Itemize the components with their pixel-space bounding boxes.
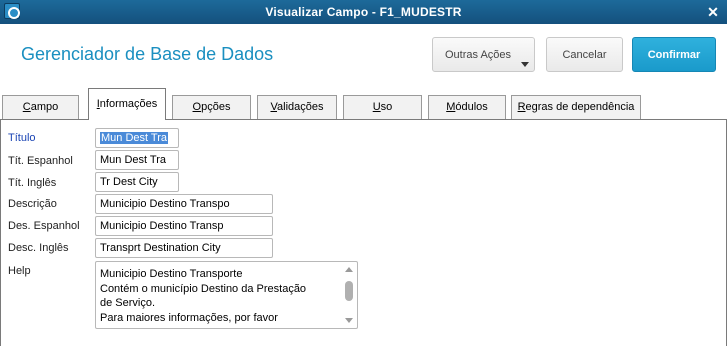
scroll-up-icon[interactable] — [345, 267, 353, 272]
titulo-field[interactable]: Mun Dest Tra — [95, 128, 179, 148]
help-scrollbar[interactable] — [342, 263, 356, 327]
help-line: Contém o município Destino da Prestação — [100, 282, 307, 295]
confirm-button[interactable]: Confirmar — [632, 37, 716, 72]
tab-regras-dependencia[interactable]: Regras de dependência — [511, 95, 641, 119]
tab-opcoes[interactable]: Opções — [172, 95, 251, 119]
tab-bar: Campo Informações Opções Validações Uso … — [0, 88, 727, 120]
help-line: Para maiores informações, por favor — [100, 311, 278, 324]
scroll-thumb[interactable] — [345, 281, 353, 301]
tit-ingles-label: Tít. Inglês — [8, 177, 57, 189]
tit-espanhol-label: Tít. Espanhol — [8, 155, 73, 167]
chevron-down-icon — [521, 62, 529, 67]
tab-validacoes[interactable]: Validações — [257, 95, 337, 119]
descricao-field[interactable]: Municipio Destino Transpo — [95, 194, 273, 214]
tab-modulos[interactable]: Módulos — [428, 95, 506, 119]
help-label: Help — [8, 265, 31, 277]
help-line: de Serviço. — [100, 297, 156, 309]
header: Gerenciador de Base de Dados Outras Açõe… — [0, 24, 727, 88]
titulo-value: Mun Dest Tra — [100, 132, 169, 144]
page-title: Gerenciador de Base de Dados — [21, 44, 274, 64]
tit-espanhol-field[interactable]: Mun Dest Tra — [95, 150, 179, 170]
des-espanhol-field[interactable]: Municipio Destino Transp — [95, 216, 273, 236]
tab-informacoes[interactable]: Informações — [88, 88, 166, 120]
desc-ingles-label: Desc. Inglês — [8, 242, 69, 254]
titulo-label: Título — [8, 132, 36, 144]
help-text: Municipio Destino Transporte Contém o mu… — [100, 267, 340, 325]
tit-ingles-field[interactable]: Tr Dest City — [95, 172, 179, 192]
help-line: Municipio Destino Transporte — [100, 268, 243, 280]
descricao-label: Descrição — [8, 198, 57, 210]
outras-acoes-button[interactable]: Outras Ações — [432, 37, 535, 72]
window-title: Visualizar Campo - F1_MUDESTR — [265, 5, 462, 19]
help-textarea[interactable]: Municipio Destino Transporte Contém o mu… — [95, 261, 358, 329]
tab-campo[interactable]: Campo — [2, 95, 79, 119]
scroll-down-icon[interactable] — [345, 318, 353, 323]
close-icon[interactable]: ✕ — [705, 4, 721, 20]
cancel-button[interactable]: Cancelar — [546, 37, 623, 72]
outras-acoes-label: Outras Ações — [445, 49, 512, 61]
tab-uso[interactable]: Uso — [343, 95, 422, 119]
des-espanhol-label: Des. Espanhol — [8, 220, 80, 232]
title-bar: Visualizar Campo - F1_MUDESTR ✕ — [0, 0, 727, 24]
desc-ingles-field[interactable]: Transprt Destination City — [95, 238, 273, 258]
